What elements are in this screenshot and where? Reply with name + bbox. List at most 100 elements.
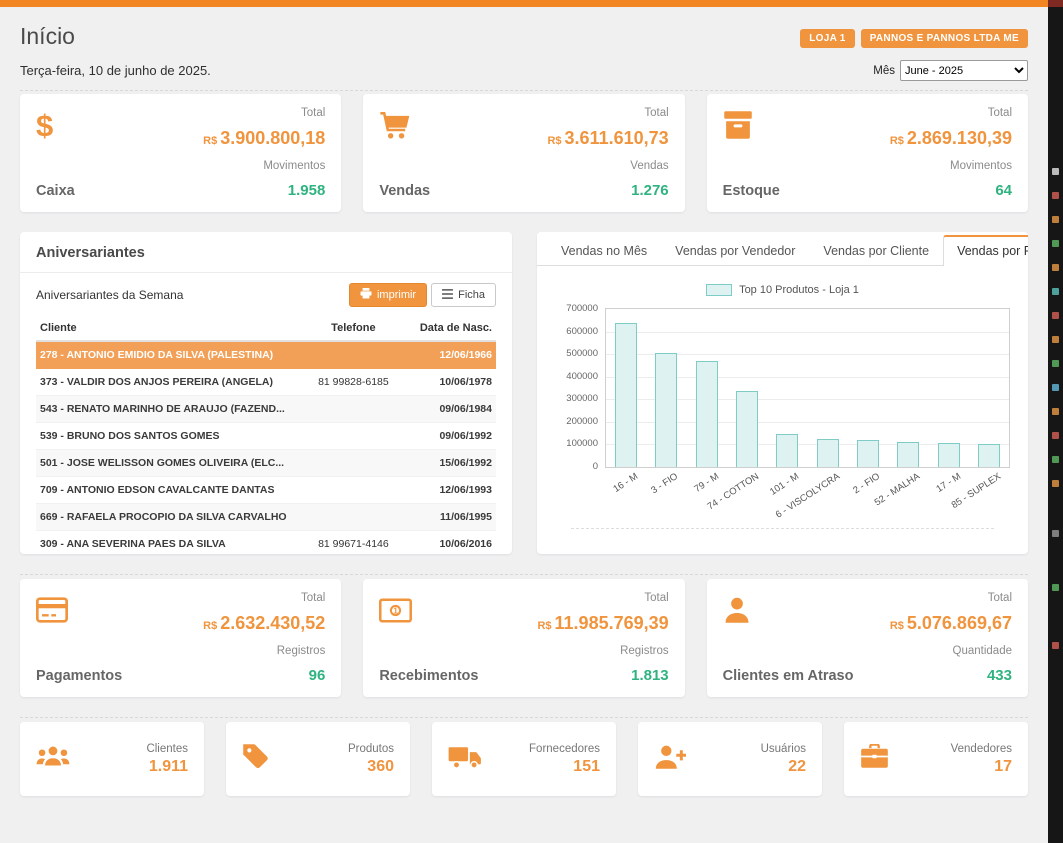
currency-prefix: R$ [203,620,217,632]
tab-vendas-por-produto[interactable]: Vendas por Produto [943,235,1028,266]
dock-marker-icon [1052,584,1059,591]
bar [978,444,1000,467]
sales-tabs: Vendas no Mês Vendas por Vendedor Vendas… [537,232,1028,266]
mini-label: Produtos [348,743,394,755]
right-dock[interactable] [1048,0,1063,843]
cliente-cell: 373 - VALDIR DOS ANJOS PEREIRA (ANGELA) [36,369,303,396]
count-value: 96 [203,667,325,684]
banknote-icon: 1 [379,592,478,628]
mini-label: Fornecedores [529,743,600,755]
x-tick-label: 79 - M [692,471,721,495]
store-badge[interactable]: LOJA 1 [800,29,854,48]
date-row: Terça-feira, 10 de junho de 2025. Mês Ju… [20,60,1028,81]
bar [776,434,798,467]
count-label: Registros [537,645,668,657]
mini-value: 1.911 [146,758,188,776]
top-cards-row: $ Caixa Total R$3.900.800,18 Movimentos … [20,94,1028,212]
currency-prefix: R$ [537,620,551,632]
tab-vendas-por-cliente[interactable]: Vendas por Cliente [809,235,943,266]
nasc-cell: 11/06/1995 [404,504,496,531]
bar [736,391,758,467]
archive-icon [723,107,780,143]
legend-swatch [706,284,732,296]
vendas-card: Vendas Total R$3.611.610,73 Vendas 1.276 [363,94,684,212]
bar [897,442,919,467]
y-tick-label: 300000 [548,393,598,404]
amount-text: 11.985.769,39 [555,613,669,633]
dock-marker-icon [1052,432,1059,439]
table-row[interactable]: 309 - ANA SEVERINA PAES DA SILVA81 99671… [36,531,496,555]
card-label: Recebimentos [379,668,478,684]
table-row[interactable]: 709 - ANTONIO EDSON CAVALCANTE DANTAS12/… [36,477,496,504]
user-icon [723,592,854,628]
clientes-mini-card: Clientes 1.911 [20,722,204,796]
nasc-cell: 10/06/2016 [404,531,496,555]
birthdays-panel: Aniversariantes Aniversariantes da Seman… [20,232,512,554]
cliente-cell: 501 - JOSE WELISSON GOMES OLIVEIRA (ELC.… [36,450,303,477]
bar [615,323,637,467]
bar [655,353,677,467]
x-tick-label: 17 - M [934,471,963,495]
total-value: R$2.632.430,52 [203,614,325,634]
cart-icon [379,107,430,143]
amount-text: 3.900.800,18 [220,128,325,148]
tag-icon [242,743,269,775]
table-row[interactable]: 501 - JOSE WELISSON GOMES OLIVEIRA (ELC.… [36,450,496,477]
total-value: R$2.869.130,39 [890,129,1012,149]
table-row[interactable]: 543 - RENATO MARINHO DE ARAUJO (FAZEND..… [36,396,496,423]
nasc-cell: 10/06/1978 [404,369,496,396]
card-label: Pagamentos [36,668,122,684]
y-tick-label: 700000 [548,303,598,314]
birthdays-table-body: 278 - ANTONIO EMIDIO DA SILVA (PALESTINA… [36,341,496,554]
tab-vendas-no-mes[interactable]: Vendas no Mês [547,235,661,266]
nasc-cell: 12/06/1966 [404,341,496,369]
nasc-cell: 12/06/1993 [404,477,496,504]
bar [696,361,718,467]
ficha-button[interactable]: Ficha [431,283,496,307]
chart-y-axis: 0100000200000300000400000500000600000700… [555,308,605,468]
count-value: 433 [890,667,1012,684]
amount-text: 2.632.430,52 [220,613,325,633]
mini-value: 22 [761,758,806,776]
top-accent-bar [0,0,1048,7]
col-data-nasc: Data de Nasc. [404,315,496,341]
card-label: Clientes em Atraso [723,668,854,684]
y-tick-label: 0 [548,461,598,472]
nasc-cell: 09/06/1984 [404,396,496,423]
chart-x-labels: 16 - M3 - FIO79 - M74 - COTTON101 - M6 -… [605,468,1010,522]
company-badge[interactable]: PANNOS E PANNOS LTDA ME [861,29,1028,48]
total-label: Total [203,592,325,604]
y-tick-label: 400000 [548,371,598,382]
table-row[interactable]: 669 - RAFAELA PROCOPIO DA SILVA CARVALHO… [36,504,496,531]
telefone-cell [303,450,404,477]
table-row[interactable]: 278 - ANTONIO EMIDIO DA SILVA (PALESTINA… [36,341,496,369]
table-row[interactable]: 539 - BRUNO DOS SANTOS GOMES09/06/1992 [36,423,496,450]
month-select[interactable]: June - 2025 [900,60,1028,81]
col-cliente: Cliente [36,315,303,341]
total-label: Total [203,107,325,119]
print-button[interactable]: imprimir [349,283,427,307]
count-label: Quantidade [890,645,1012,657]
count-value: 64 [890,182,1012,199]
month-filter: Mês June - 2025 [873,60,1028,81]
dock-marker-icon [1052,480,1059,487]
card-label: Vendas [379,183,430,199]
birthdays-table: Cliente Telefone Data de Nasc. 278 - ANT… [36,315,496,554]
bar [817,439,839,467]
recebimentos-card: 1 Recebimentos Total R$11.985.769,39 Reg… [363,579,684,697]
cliente-cell: 309 - ANA SEVERINA PAES DA SILVA [36,531,303,555]
mini-value: 17 [951,758,1012,776]
table-row[interactable]: 373 - VALDIR DOS ANJOS PEREIRA (ANGELA)8… [36,369,496,396]
total-value: R$ 11.985.769,39 [537,614,668,634]
y-tick-label: 100000 [548,438,598,449]
count-label: Registros [203,645,325,657]
total-label: Total [890,107,1012,119]
tab-vendas-por-vendedor[interactable]: Vendas por Vendedor [661,235,809,266]
dock-marker-icon [1052,336,1059,343]
main-content: Início LOJA 1 PANNOS E PANNOS LTDA ME Te… [0,7,1048,796]
usuarios-mini-card: Usuários 22 [638,722,822,796]
chart-legend: Top 10 Produtos - Loja 1 [555,284,1010,296]
total-value: R$3.900.800,18 [203,129,325,149]
cliente-cell: 669 - RAFAELA PROCOPIO DA SILVA CARVALHO [36,504,303,531]
bar [938,443,960,467]
